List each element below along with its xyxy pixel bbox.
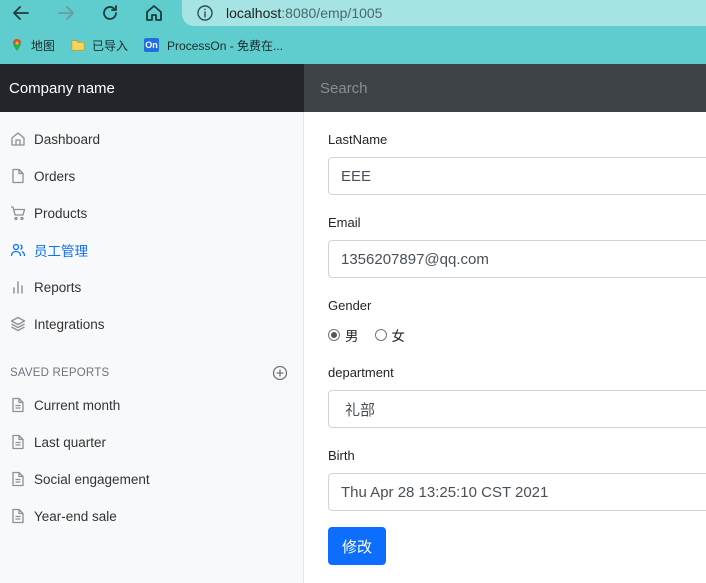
bookmark-map[interactable]: 地图	[10, 37, 55, 54]
sidebar-item-products[interactable]: Products	[10, 203, 87, 223]
processon-icon: On	[144, 38, 160, 52]
bookmarks-bar: 地图 已导入 On ProcessOn - 免费在...	[0, 32, 289, 58]
bookmark-label: 地图	[31, 38, 56, 53]
sidebar-item-label: Dashboard	[34, 131, 101, 147]
sidebar-item-label: Year-end sale	[34, 508, 117, 524]
file-text-icon	[10, 397, 26, 413]
url-path: :8080/emp/1005	[281, 5, 383, 21]
sidebar-item-employees[interactable]: 员工管理	[10, 240, 88, 260]
layers-icon	[10, 316, 26, 332]
users-icon	[10, 242, 26, 258]
file-text-icon	[10, 471, 26, 487]
bookmark-processon[interactable]: On ProcessOn - 免费在...	[144, 37, 283, 54]
file-icon	[10, 168, 26, 184]
forward-button[interactable]	[51, 0, 81, 26]
file-text-icon	[10, 508, 26, 524]
bookmark-label: ProcessOn - 免费在...	[167, 38, 284, 53]
gender-female-option[interactable]: 女	[374, 325, 406, 345]
sidebar-report-last-quarter[interactable]: Last quarter	[10, 432, 106, 452]
address-bar[interactable]: localhost:8080/emp/1005	[182, 0, 706, 26]
employee-edit-form: LastName EEE Email 1356207897@qq.com Gen…	[304, 112, 706, 583]
birth-label: Birth	[328, 448, 355, 463]
bar-chart-icon	[10, 279, 26, 295]
sidebar-item-label: Social engagement	[34, 471, 150, 487]
cart-icon	[10, 205, 26, 221]
arrow-right-icon	[58, 6, 74, 20]
back-button[interactable]	[6, 0, 36, 26]
sidebar-report-year-end-sale[interactable]: Year-end sale	[10, 506, 117, 526]
saved-reports-heading: SAVED REPORTS	[10, 367, 110, 379]
gender-female-label: 女	[391, 329, 406, 344]
map-pin-icon	[10, 38, 24, 52]
lastname-label: LastName	[328, 132, 388, 147]
plus-circle-icon[interactable]	[272, 365, 288, 381]
reload-button[interactable]	[95, 0, 125, 26]
folder-icon	[71, 38, 85, 52]
sidebar: Dashboard Orders Products 员工管理 Reports I…	[0, 112, 304, 583]
sidebar-report-social-engagement[interactable]: Social engagement	[10, 469, 150, 489]
arrow-left-icon	[13, 6, 29, 20]
bookmark-imported[interactable]: 已导入	[71, 37, 128, 54]
gender-male-label: 男	[345, 329, 359, 344]
gender-radio-group: 男 女	[328, 325, 421, 345]
email-label: Email	[328, 215, 361, 230]
sidebar-item-label: Last quarter	[34, 434, 107, 450]
sidebar-item-reports[interactable]: Reports	[10, 277, 81, 297]
app-navbar: Company name Search	[0, 64, 706, 112]
sidebar-item-label: Integrations	[34, 316, 105, 332]
sidebar-item-label: 员工管理	[34, 244, 88, 259]
department-label: department	[328, 365, 394, 380]
sidebar-item-dashboard[interactable]: Dashboard	[10, 129, 100, 149]
home-icon	[146, 5, 162, 21]
email-input[interactable]: 1356207897@qq.com	[328, 240, 706, 278]
sidebar-item-label: Orders	[34, 168, 76, 184]
submit-button[interactable]: 修改	[328, 527, 386, 565]
gender-male-option[interactable]: 男	[328, 325, 359, 345]
gender-male-radio[interactable]	[328, 329, 340, 341]
sidebar-item-label: Reports	[34, 279, 82, 295]
home-icon	[10, 131, 26, 147]
home-button[interactable]	[139, 0, 169, 26]
sidebar-item-orders[interactable]: Orders	[10, 166, 75, 186]
sidebar-item-label: Current month	[34, 397, 121, 413]
gender-female-radio[interactable]	[374, 329, 387, 341]
department-select[interactable]: 礼部	[328, 390, 706, 428]
search-input[interactable]: Search	[304, 64, 706, 112]
file-text-icon	[10, 434, 26, 450]
brand-name[interactable]: Company name	[0, 64, 304, 112]
gender-label: Gender	[328, 298, 372, 313]
reload-icon	[103, 5, 117, 20]
browser-chrome: localhost:8080/emp/1005 地图 已导入 On Proces…	[0, 0, 706, 64]
bookmark-label: 已导入	[92, 38, 129, 53]
sidebar-report-current-month[interactable]: Current month	[10, 395, 120, 415]
sidebar-item-integrations[interactable]: Integrations	[10, 314, 105, 334]
sidebar-item-label: Products	[34, 205, 88, 221]
info-icon[interactable]	[196, 4, 214, 22]
url-host: localhost	[226, 5, 282, 21]
birth-input[interactable]: Thu Apr 28 13:25:10 CST 2021	[328, 473, 706, 511]
lastname-input[interactable]: EEE	[328, 157, 706, 195]
url-text: localhost:8080/emp/1005	[226, 5, 382, 21]
